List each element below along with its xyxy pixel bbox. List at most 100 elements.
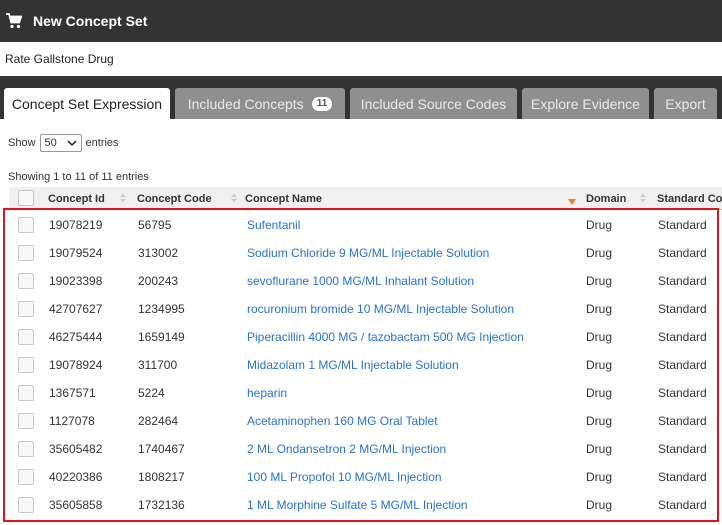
row-checkbox[interactable] — [18, 217, 34, 233]
table-row: 1367571 5224 heparin Drug Standard — [0, 379, 722, 407]
concept-id: 40220386 — [49, 470, 103, 484]
row-checkbox[interactable] — [18, 413, 34, 429]
concept-set-name[interactable]: Rate Gallstone Drug — [0, 42, 722, 76]
row-checkbox[interactable] — [18, 385, 34, 401]
row-checkbox[interactable] — [18, 497, 34, 513]
standard-concept: Standard — [658, 386, 707, 400]
row-checkbox[interactable] — [18, 245, 34, 261]
concept-name-link[interactable]: Midazolam 1 MG/ML Injectable Solution — [247, 351, 459, 379]
standard-concept: Standard — [658, 358, 707, 372]
count-badge: 11 — [311, 96, 333, 111]
tab-included-concepts[interactable]: Included Concepts 11 — [175, 88, 345, 119]
table-row: 19079524 313002 Sodium Chloride 9 MG/ML … — [0, 239, 722, 267]
column-header-concept-code[interactable]: Concept Code — [137, 187, 237, 210]
row-checkbox[interactable] — [18, 357, 34, 373]
row-checkbox[interactable] — [18, 469, 34, 485]
concept-name-link[interactable]: Sodium Chloride 9 MG/ML Injectable Solut… — [247, 239, 489, 267]
tab-concept-set-expression[interactable]: Concept Set Expression — [4, 88, 170, 119]
domain: Drug — [586, 246, 613, 260]
concept-name-link[interactable]: Piperacillin 4000 MG / tazobactam 500 MG… — [247, 323, 524, 351]
page-title: New Concept Set — [33, 13, 148, 29]
concept-name-link[interactable]: 1 ML Morphine Sulfate 5 MG/ML Injection — [247, 491, 468, 519]
standard-concept: Standard — [658, 274, 707, 288]
column-header-concept-id[interactable]: Concept Id — [48, 187, 128, 210]
table-row: 46275444 1659149 Piperacillin 4000 MG / … — [0, 323, 722, 351]
tab-label: Included Concepts — [187, 95, 304, 112]
domain: Drug — [586, 442, 613, 456]
row-checkbox[interactable] — [18, 329, 34, 345]
concept-id: 19078219 — [49, 218, 103, 232]
domain: Drug — [586, 498, 613, 512]
concept-name-link[interactable]: sevoflurane 1000 MG/ML Inhalant Solution — [247, 267, 474, 295]
tab-label: Concept Set Expression — [11, 95, 163, 112]
standard-concept: Standard — [658, 442, 707, 456]
select-all-checkbox[interactable] — [18, 190, 34, 206]
concept-name-link[interactable]: Sufentanil — [247, 211, 300, 239]
standard-concept: Standard — [658, 498, 707, 512]
domain: Drug — [586, 414, 613, 428]
table-row: 42707627 1234995 rocuronium bromide 10 M… — [0, 295, 722, 323]
page-size-value: 50 — [44, 137, 57, 149]
column-header-standard-concept[interactable]: Standard Co — [657, 187, 722, 210]
table-row: 19078924 311700 Midazolam 1 MG/ML Inject… — [0, 351, 722, 379]
page-size-control: Show 50 entries — [8, 134, 119, 152]
standard-concept: Standard — [658, 330, 707, 344]
concept-name-link[interactable]: Acetaminophen 160 MG Oral Tablet — [247, 407, 438, 435]
page-size-select[interactable]: 50 — [39, 134, 82, 152]
column-header-domain[interactable]: Domain — [586, 187, 648, 210]
sort-icon[interactable] — [120, 193, 126, 203]
concept-code: 282464 — [138, 414, 179, 428]
concept-name-link[interactable]: 2 ML Ondansetron 2 MG/ML Injection — [247, 435, 446, 463]
tab-bar: Concept Set Expression Included Concepts… — [0, 76, 722, 119]
row-checkbox[interactable] — [18, 301, 34, 317]
concept-id: 35605482 — [49, 442, 103, 456]
concept-code: 1732136 — [138, 498, 185, 512]
concept-code: 1740467 — [138, 442, 185, 456]
domain: Drug — [586, 302, 613, 316]
concept-id: 1367571 — [49, 386, 96, 400]
tab-explore-evidence[interactable]: Explore Evidence — [522, 88, 649, 119]
table-info: Showing 1 to 11 of 11 entries — [8, 171, 149, 183]
standard-concept: Standard — [658, 470, 707, 484]
tab-label: Explore Evidence — [531, 95, 640, 112]
domain: Drug — [586, 330, 613, 344]
top-bar: New Concept Set — [0, 0, 722, 42]
concept-id: 35605858 — [49, 498, 103, 512]
table-row: 19023398 200243 sevoflurane 1000 MG/ML I… — [0, 267, 722, 295]
standard-concept: Standard — [658, 218, 707, 232]
domain: Drug — [586, 358, 613, 372]
concept-code: 200243 — [138, 274, 179, 288]
row-checkbox[interactable] — [18, 273, 34, 289]
concept-name-link[interactable]: heparin — [247, 379, 287, 407]
entries-label: entries — [85, 137, 119, 149]
shopping-cart-icon — [6, 13, 22, 29]
concept-name-link[interactable]: 100 ML Propofol 10 MG/ML Injection — [247, 463, 442, 491]
standard-concept: Standard — [658, 414, 707, 428]
show-label: Show — [8, 137, 36, 149]
table-header: Concept Id Concept Code Concept Name Dom… — [9, 187, 722, 210]
concept-name-link[interactable]: rocuronium bromide 10 MG/ML Injectable S… — [247, 295, 514, 323]
concept-code: 313002 — [138, 246, 179, 260]
standard-concept: Standard — [658, 302, 707, 316]
sort-icon[interactable] — [231, 193, 237, 203]
concept-id: 46275444 — [49, 330, 103, 344]
concept-id: 1127078 — [49, 414, 95, 428]
concept-code: 1234995 — [138, 302, 185, 316]
domain: Drug — [586, 470, 613, 484]
domain: Drug — [586, 386, 613, 400]
tab-export[interactable]: Export — [654, 88, 717, 119]
table-row: 1127078 282464 Acetaminophen 160 MG Oral… — [0, 407, 722, 435]
table-row: 40220386 1808217 100 ML Propofol 10 MG/M… — [0, 463, 722, 491]
sort-descending-icon[interactable] — [568, 199, 576, 205]
domain: Drug — [586, 274, 613, 288]
standard-concept: Standard — [658, 246, 707, 260]
domain: Drug — [586, 218, 613, 232]
column-header-concept-name[interactable]: Concept Name — [245, 187, 565, 210]
concept-code: 56795 — [138, 218, 172, 232]
concept-code: 1659149 — [138, 330, 185, 344]
row-checkbox[interactable] — [18, 441, 34, 457]
tab-included-source-codes[interactable]: Included Source Codes — [350, 88, 517, 119]
concept-id: 19079524 — [49, 246, 103, 260]
table-row: 35605482 1740467 2 ML Ondansetron 2 MG/M… — [0, 435, 722, 463]
sort-icon[interactable] — [640, 193, 646, 203]
